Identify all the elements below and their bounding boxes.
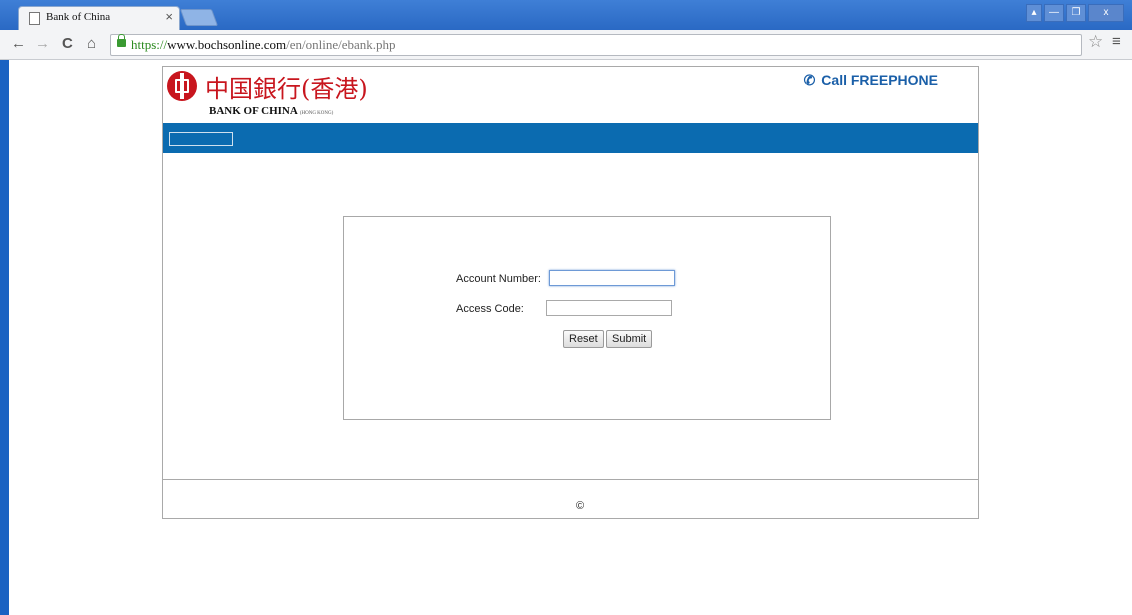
reload-icon[interactable]: C <box>62 35 73 52</box>
browser-tab[interactable]: Bank of China × <box>18 6 180 31</box>
tab-title: Bank of China <box>46 11 111 23</box>
site-header: 中国銀行(香港) BANK OF CHINA (HONG KONG) ✆ Call … <box>163 67 978 123</box>
logo-english-sub: (HONG KONG) <box>299 111 334 116</box>
url-protocol: https:// <box>131 37 168 52</box>
profile-icon[interactable]: ▴ <box>1026 4 1042 22</box>
browser-toolbar: ← → C ⌂ https://www.bochsonline.com/en/o… <box>0 30 1132 60</box>
bookmark-star-icon[interactable]: ☆ <box>1088 32 1103 52</box>
new-tab-button[interactable] <box>179 9 219 26</box>
submit-button[interactable]: Submit <box>606 330 653 348</box>
restore-button[interactable]: ❐ <box>1066 4 1086 22</box>
url-text: https://www.bochsonline.com/en/online/eb… <box>131 37 396 53</box>
account-number-input[interactable] <box>549 270 675 286</box>
page-container: 中国銀行(香港) BANK OF CHINA (HONG KONG) ✆ Call … <box>162 66 979 519</box>
browser-title-bar: Bank of China × ▴ — ❐ x <box>0 0 1132 31</box>
access-code-input[interactable] <box>546 300 672 316</box>
logo-chinese-text: 中国銀行(香港) <box>205 75 368 103</box>
copyright-text: © <box>576 500 585 512</box>
footer-divider <box>163 479 978 480</box>
minimize-button[interactable]: — <box>1044 4 1064 22</box>
call-freephone-link[interactable]: ✆ Call FREEPHONE <box>804 72 938 89</box>
logo-english-text: BANK OF CHINA (HONG KONG) <box>209 105 333 117</box>
account-number-label: Account Number: <box>456 273 541 285</box>
page-viewport: 中国銀行(香港) BANK OF CHINA (HONG KONG) ✆ Call … <box>9 60 1132 615</box>
phone-icon: ✆ <box>803 72 816 88</box>
bank-of-china-logo-icon[interactable] <box>167 71 197 101</box>
back-icon[interactable]: ← <box>11 35 26 52</box>
url-host: www.bochsonline.com <box>167 37 287 52</box>
nav-item[interactable] <box>169 132 233 146</box>
access-code-label: Access Code: <box>456 303 524 315</box>
home-icon[interactable]: ⌂ <box>87 35 96 52</box>
lock-icon <box>117 34 126 47</box>
reset-button[interactable]: Reset <box>563 330 604 348</box>
url-path: /en/online/ebank.php <box>286 37 396 52</box>
logo-english-name: BANK OF CHINA <box>209 105 298 117</box>
login-box: Account Number: Access Code: Reset Submi… <box>343 216 831 420</box>
tab-close-icon[interactable]: × <box>165 9 173 24</box>
freephone-label: Call FREEPHONE <box>821 72 938 88</box>
nav-bar <box>163 123 978 153</box>
close-window-button[interactable]: x <box>1088 4 1124 22</box>
forward-icon[interactable]: → <box>35 35 50 52</box>
page-icon <box>29 12 40 25</box>
address-bar[interactable]: https://www.bochsonline.com/en/online/eb… <box>110 34 1082 56</box>
window-controls: ▴ — ❐ x <box>1026 4 1124 22</box>
menu-icon[interactable]: ≡ <box>1112 33 1121 50</box>
